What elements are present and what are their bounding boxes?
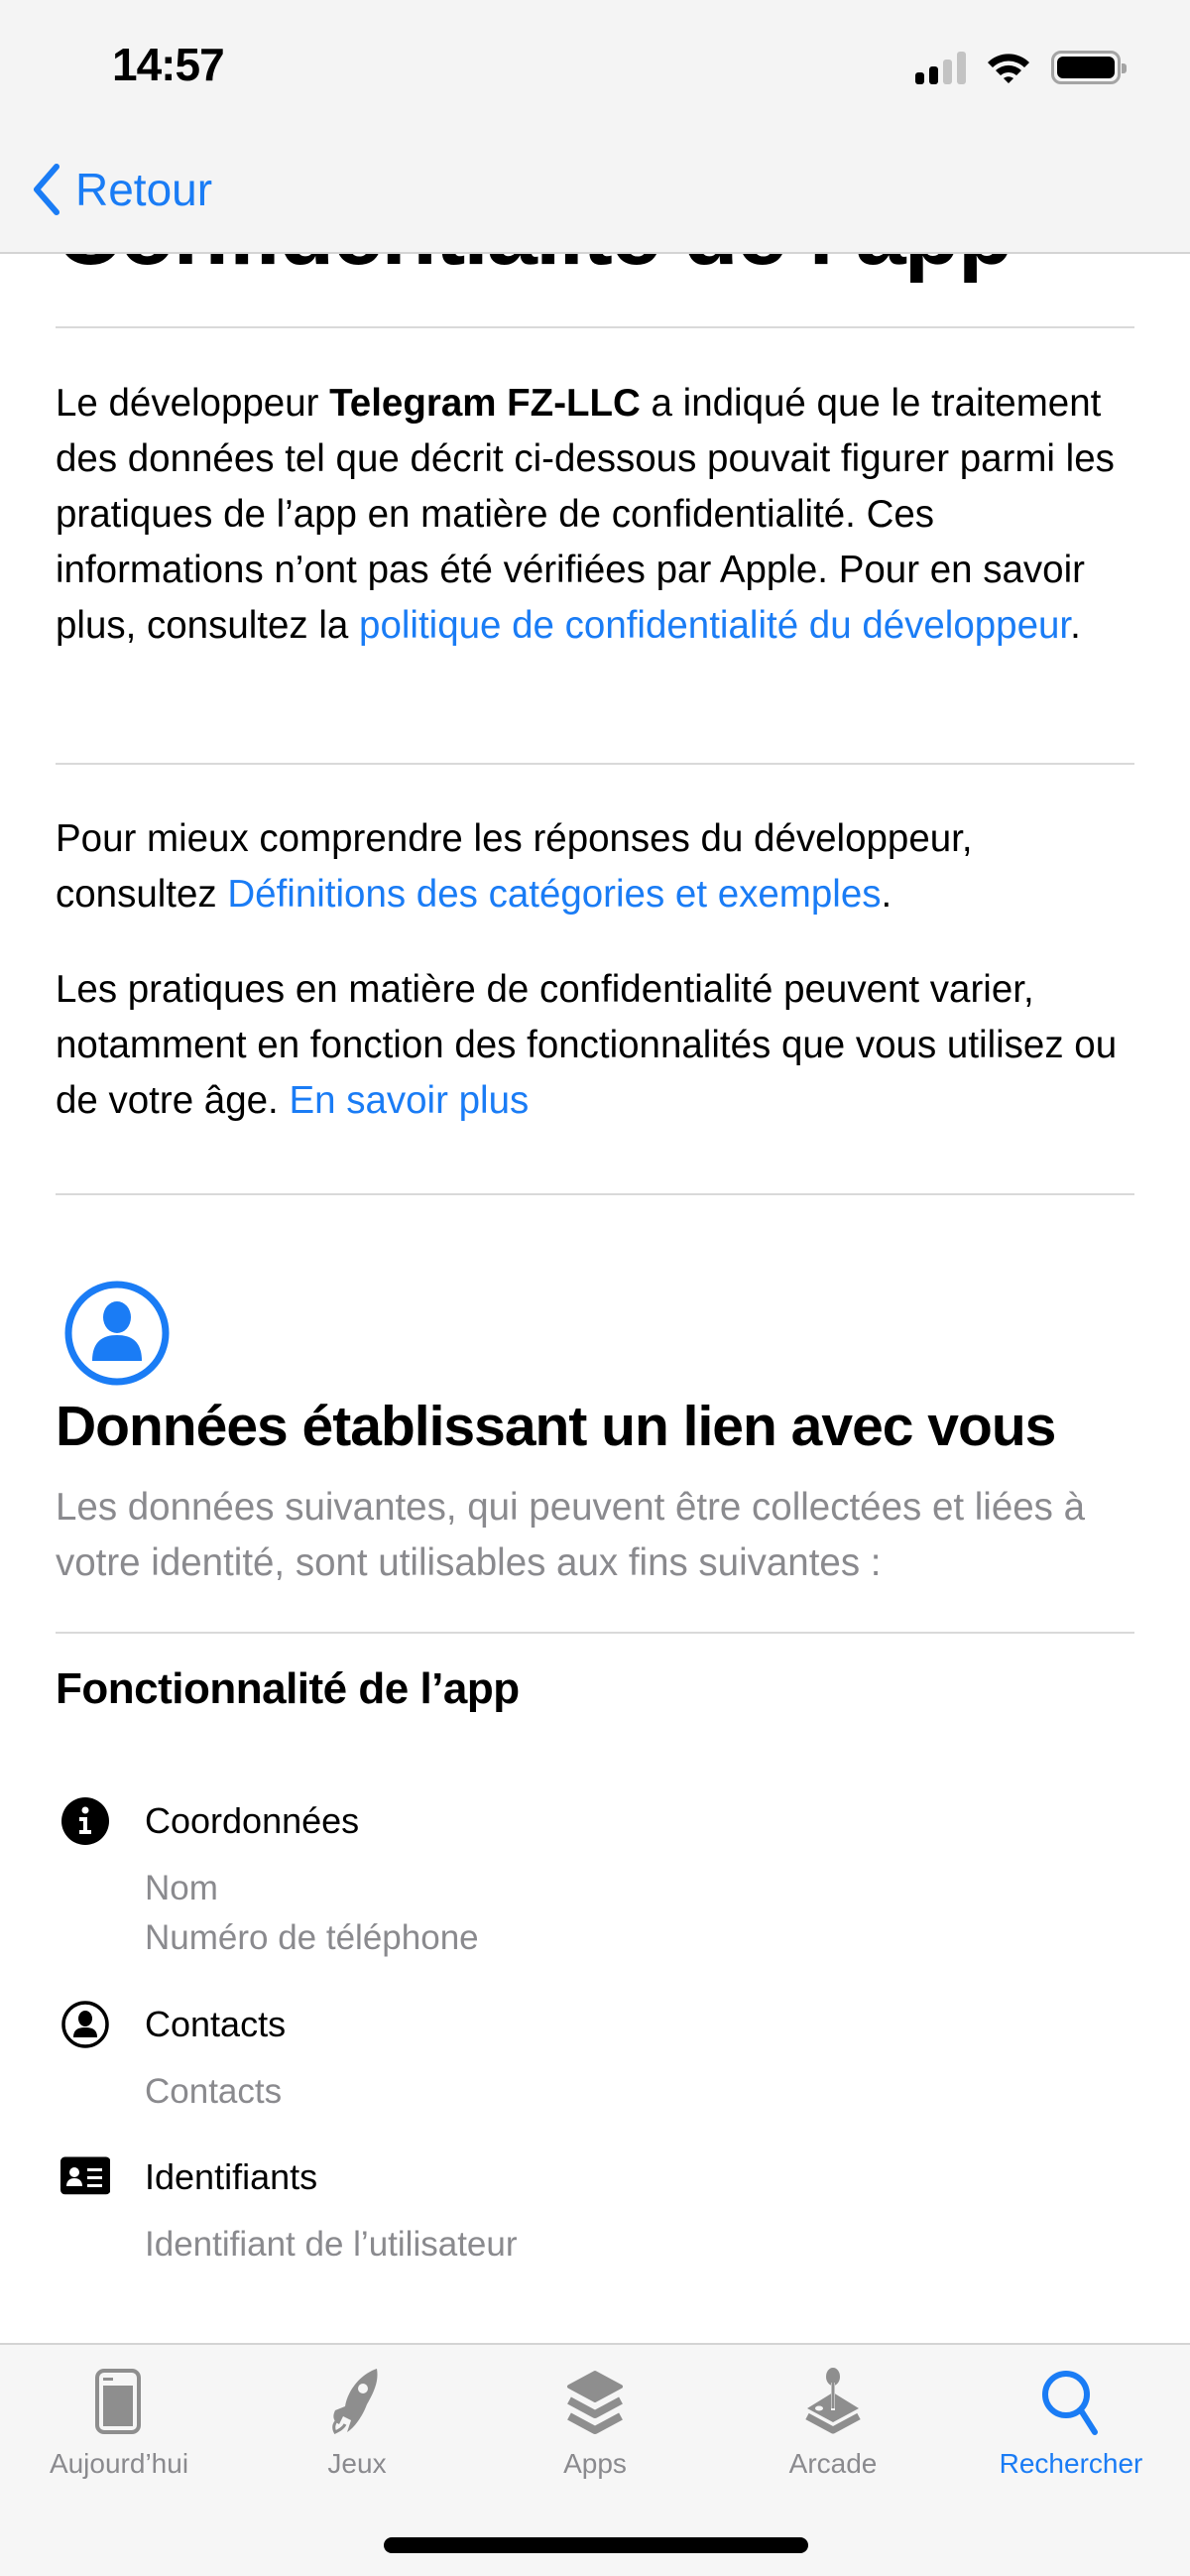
tab-label: Rechercher xyxy=(999,2448,1143,2479)
category-title: Fonctionnalité de l’app xyxy=(56,1664,520,1713)
item-detail: Nom xyxy=(145,1869,218,1907)
item-label: Identifiants xyxy=(145,2156,318,2197)
apps-stack-icon xyxy=(567,2371,623,2434)
practices-text: Les pratiques en matière de confidential… xyxy=(56,968,1118,1122)
item-label: Contacts xyxy=(145,2004,287,2044)
id-card-icon xyxy=(60,2156,110,2195)
cellular-signal-icon xyxy=(915,51,966,84)
linked-data-title: Données établissant un lien avec vous xyxy=(56,1395,1056,1458)
item-detail: Numéro de téléphone xyxy=(145,1918,479,1957)
status-icons xyxy=(915,48,1127,87)
app-store-privacy-screen: Confidentialité de l’app Le développeur … xyxy=(0,0,1190,2576)
back-button[interactable]: Retour xyxy=(32,163,212,216)
category-definitions-link[interactable]: Définitions des catégories et exemples xyxy=(227,873,881,916)
tab-label: Jeux xyxy=(327,2448,387,2479)
wifi-icon xyxy=(988,54,1029,83)
home-indicator[interactable] xyxy=(384,2537,808,2553)
chevron-left-icon xyxy=(34,164,60,215)
status-time: 14:57 xyxy=(112,39,225,90)
practices-paragraph: Les pratiques en matière de confidential… xyxy=(56,962,1134,1129)
today-icon xyxy=(95,2369,141,2434)
battery-full-icon xyxy=(1051,51,1127,84)
intro-suffix: . xyxy=(1070,604,1081,647)
learn-more-link[interactable]: En savoir plus xyxy=(289,1079,529,1122)
tab-label: Apps xyxy=(563,2448,627,2479)
top-bar: 14:57 Retour xyxy=(0,0,1190,254)
back-label: Retour xyxy=(75,164,213,215)
tab-label: Aujourd’hui xyxy=(49,2448,189,2479)
divider xyxy=(56,1632,1134,1634)
tab-today[interactable]: Aujourd’hui xyxy=(0,2363,238,2480)
definitions-paragraph: Pour mieux comprendre les réponses du dé… xyxy=(56,811,1134,922)
linked-data-subtitle: Les données suivantes, qui peuvent être … xyxy=(56,1486,1086,1584)
tab-label: Arcade xyxy=(788,2448,878,2479)
developer-name: Telegram FZ-LLC xyxy=(329,382,641,425)
info-circle-icon xyxy=(61,1797,109,1845)
person-circle-icon xyxy=(64,1281,170,1386)
divider xyxy=(56,1193,1134,1195)
tab-arcade[interactable]: Arcade xyxy=(714,2363,952,2480)
item-label: Coordonnées xyxy=(145,1800,360,1841)
joystick-icon xyxy=(805,2368,861,2434)
intro-prefix: Le développeur xyxy=(56,382,330,425)
tab-apps[interactable]: Apps xyxy=(476,2363,714,2480)
person-circle-outline-icon xyxy=(61,2001,109,2048)
tab-search[interactable]: Rechercher xyxy=(952,2363,1190,2480)
item-detail: Contacts xyxy=(145,2072,283,2111)
divider xyxy=(56,763,1134,765)
rocket-icon xyxy=(332,2369,378,2435)
tab-games[interactable]: Jeux xyxy=(238,2363,476,2480)
divider xyxy=(56,326,1134,328)
developer-intro: Le développeur Telegram FZ-LLC a indiqué… xyxy=(56,376,1134,654)
search-icon xyxy=(1042,2371,1098,2435)
definitions-suffix: . xyxy=(881,873,892,916)
item-detail: Identifiant de l’utilisateur xyxy=(145,2225,518,2264)
developer-privacy-policy-link[interactable]: politique de confidentialité du développ… xyxy=(359,604,1070,647)
